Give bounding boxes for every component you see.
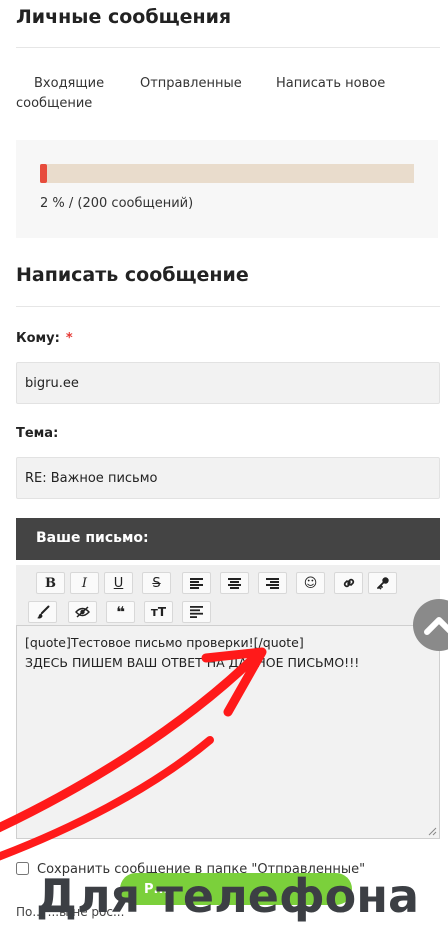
bold-icon[interactable]: B (36, 572, 65, 594)
align-center-icon[interactable] (220, 572, 249, 594)
to-label-text: Кому: (16, 331, 60, 346)
tab-compose[interactable]: Написать новое (276, 74, 385, 94)
watermark-text: Для телефона (36, 869, 420, 923)
key-icon[interactable] (368, 572, 397, 594)
message-body-editor[interactable]: [quote]Тестовое письмо проверки![/quote]… (16, 625, 440, 839)
divider (16, 47, 440, 48)
editor-line-reply: ЗДЕСЬ ПИШЕМ ВАШ ОТВЕТ НА ДАННОЕ ПИСЬМО!!… (25, 655, 360, 670)
align-left-icon[interactable] (182, 572, 211, 594)
to-label: Кому: * (16, 331, 73, 346)
quota-progress-fill (40, 164, 48, 183)
recipient-input[interactable] (16, 362, 440, 404)
subject-label: Тема: (16, 426, 59, 441)
strikethrough-icon[interactable]: S (142, 572, 171, 594)
compose-title: Написать сообщение (16, 264, 249, 286)
quota-panel: 2 % / (200 сообщений) (16, 140, 438, 238)
paragraph-icon[interactable] (182, 601, 211, 623)
subject-input[interactable] (16, 457, 440, 499)
tab-sent[interactable]: Отправленные (140, 74, 242, 94)
page-title: Личные сообщения (16, 6, 232, 28)
required-mark: * (65, 331, 73, 346)
quote-icon[interactable]: ❝ (106, 601, 135, 623)
smiley-icon[interactable]: ☺ (296, 572, 325, 594)
align-right-icon[interactable] (258, 572, 287, 594)
chevron-up-icon (424, 617, 448, 635)
private-messages-page: Личные сообщения Входящие сообщение Отпр… (0, 0, 448, 927)
quota-text: 2 % / (200 сообщений) (40, 196, 194, 211)
hide-content-icon[interactable] (68, 601, 97, 623)
underline-icon[interactable]: U (104, 572, 133, 594)
editor-line-quote: [quote]Тестовое письмо проверки![/quote] (25, 635, 304, 650)
link-icon[interactable] (334, 572, 363, 594)
font-size-icon[interactable]: тТ (144, 601, 173, 623)
tab-inbox[interactable]: Входящие сообщение (16, 74, 116, 114)
brush-icon[interactable] (28, 601, 57, 623)
editor-toolbar: B I U S ☺ ❝ тТ (16, 565, 440, 625)
quota-progress-bar (40, 164, 414, 183)
resize-grip-icon[interactable] (428, 827, 437, 836)
letter-header: Ваше письмо: (16, 518, 440, 560)
divider (16, 306, 440, 307)
save-copy-checkbox[interactable] (16, 862, 29, 875)
italic-icon[interactable]: I (70, 572, 99, 594)
